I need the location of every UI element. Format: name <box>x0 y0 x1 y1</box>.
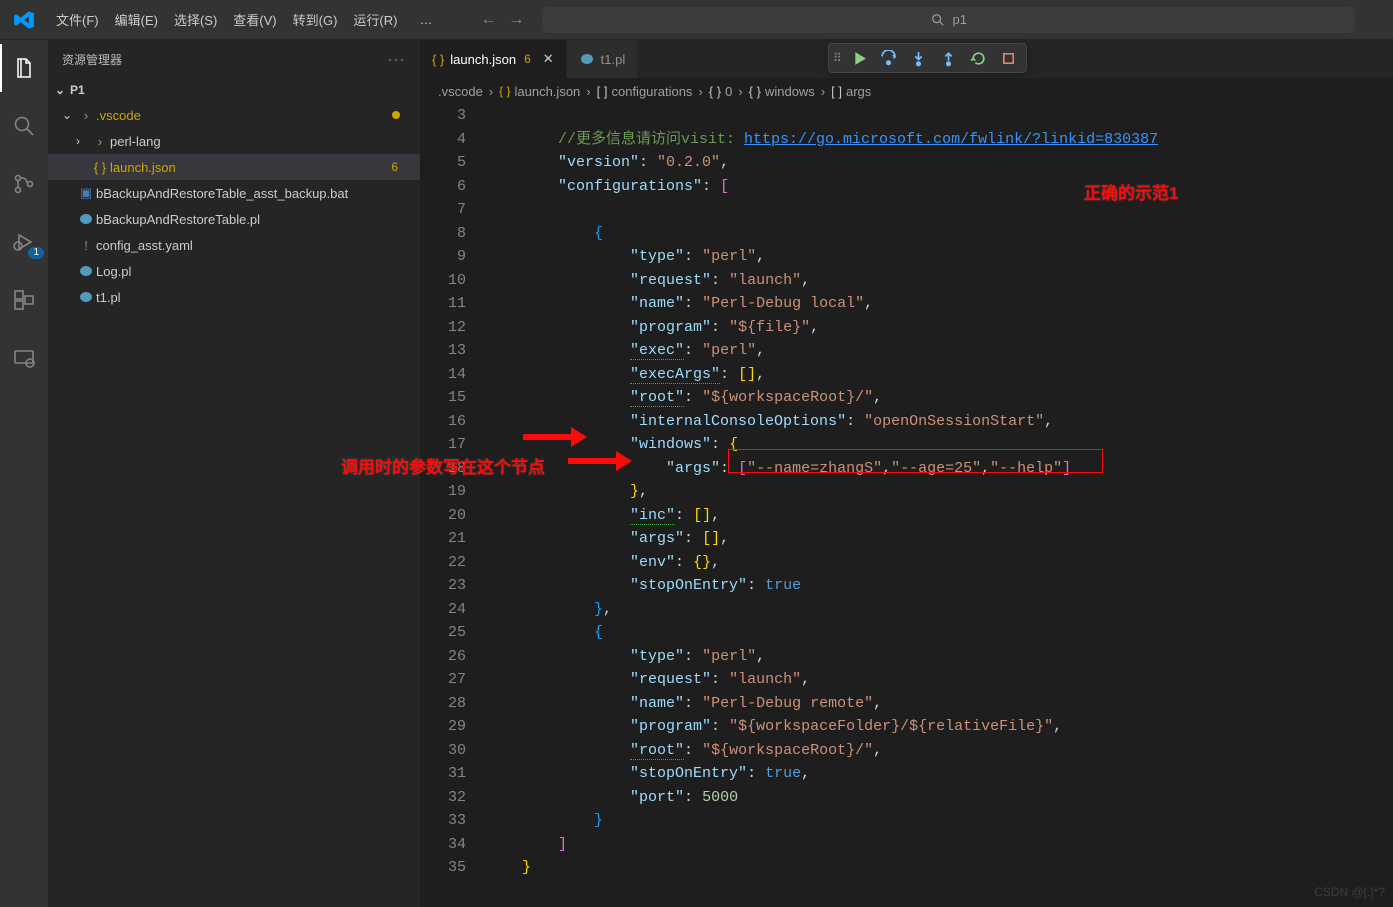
crumb-windows[interactable]: { }windows <box>749 84 815 99</box>
activity-scm-icon[interactable] <box>10 170 38 198</box>
nav-buttons: ← → <box>480 11 524 29</box>
tab-badge: 6 <box>524 52 531 66</box>
item-label: bBackupAndRestoreTable.pl <box>96 212 420 227</box>
menu-goto[interactable]: 转到(G) <box>285 0 346 40</box>
debug-stop-icon[interactable] <box>996 45 1022 71</box>
crumb-configurations[interactable]: [ ]configurations <box>597 84 693 99</box>
highlight-box <box>728 449 1103 473</box>
menu-edit[interactable]: 编辑(E) <box>107 0 166 40</box>
chevron-down-icon: ⌄ <box>52 83 68 97</box>
sidebar-title: 资源管理器 <box>62 51 122 68</box>
sidebar-more-icon[interactable]: ··· <box>388 52 406 66</box>
tabs-row: { }launch.json6✕t1.pl ⠿ <box>420 40 1393 78</box>
menu-more-icon[interactable]: … <box>411 0 440 40</box>
modified-dot-icon <box>392 111 400 119</box>
item-label: t1.pl <box>96 290 420 305</box>
project-name: P1 <box>70 83 85 97</box>
file-bBackupAndRestoreTable_asst_backup.bat[interactable]: ▣bBackupAndRestoreTable_asst_backup.bat <box>48 180 420 206</box>
app-logo <box>0 9 48 31</box>
crumb-.vscode[interactable]: .vscode <box>438 84 483 99</box>
crumb-launch.json[interactable]: { }launch.json <box>499 84 580 99</box>
breadcrumbs[interactable]: .vscode›{ }launch.json›[ ]configurations… <box>420 78 1393 104</box>
title-bar: 文件(F) 编辑(E) 选择(S) 查看(V) 转到(G) 运行(R) … ← … <box>0 0 1393 40</box>
item-label: config_asst.yaml <box>96 238 420 253</box>
watermark: CSDN @[.]*? <box>1314 885 1385 899</box>
crumb-0[interactable]: { }0 <box>709 84 733 99</box>
code-content[interactable]: //更多信息请访问visit: https://go.microsoft.com… <box>486 104 1393 907</box>
search-text: p1 <box>953 12 967 27</box>
debug-stepout-icon[interactable] <box>936 45 962 71</box>
item-label: bBackupAndRestoreTable_asst_backup.bat <box>96 186 420 201</box>
tab-launch.json[interactable]: { }launch.json6✕ <box>420 40 567 78</box>
annotation-callsite: 调用时的参数写在这个节点 <box>341 456 545 480</box>
tab-t1.pl[interactable]: t1.pl <box>567 40 639 78</box>
debug-toolbar[interactable]: ⠿ <box>828 43 1027 73</box>
tab-label: t1.pl <box>601 52 626 67</box>
item-badge: 6 <box>391 160 398 174</box>
item-label: launch.json <box>110 160 391 175</box>
nav-forward-icon[interactable]: → <box>508 11 524 29</box>
file-config_asst.yaml[interactable]: !config_asst.yaml <box>48 232 420 258</box>
debug-stepover-icon[interactable] <box>876 45 902 71</box>
annotation-demo1: 正确的示范1 <box>1084 182 1178 206</box>
menu-select[interactable]: 选择(S) <box>166 0 225 40</box>
file-t1.pl[interactable]: t1.pl <box>48 284 420 310</box>
item-label: perl-lang <box>110 134 420 149</box>
item-label: .vscode <box>96 108 392 123</box>
chevron-icon: › <box>76 134 90 148</box>
debug-restart-icon[interactable] <box>966 45 992 71</box>
debug-stepin-icon[interactable] <box>906 45 932 71</box>
code-editor[interactable]: 3456789101112131415161718192021222324252… <box>420 104 1393 907</box>
activity-extensions-icon[interactable] <box>10 286 38 314</box>
menu-run[interactable]: 运行(R) <box>345 0 405 40</box>
nav-back-icon[interactable]: ← <box>480 11 496 29</box>
activity-explorer-icon[interactable] <box>10 54 38 82</box>
file-bBackupAndRestoreTable.pl[interactable]: bBackupAndRestoreTable.pl <box>48 206 420 232</box>
menu-view[interactable]: 查看(V) <box>225 0 284 40</box>
activity-bar: 1 <box>0 40 48 907</box>
arrow-icon <box>568 458 618 464</box>
item-label: Log.pl <box>96 264 420 279</box>
activity-remote-icon[interactable] <box>10 344 38 372</box>
folder-.vscode[interactable]: ⌄›.vscode <box>48 102 420 128</box>
file-Log.pl[interactable]: Log.pl <box>48 258 420 284</box>
folder-perl-lang[interactable]: ››perl-lang <box>48 128 420 154</box>
drag-grip-icon[interactable]: ⠿ <box>833 51 840 65</box>
search-icon <box>931 13 945 27</box>
crumb-args[interactable]: [ ]args <box>831 84 871 99</box>
command-center[interactable]: p1 <box>542 7 1355 33</box>
close-icon[interactable]: ✕ <box>543 51 554 67</box>
chevron-icon: ⌄ <box>62 108 76 122</box>
tab-label: launch.json <box>450 52 516 67</box>
debug-continue-icon[interactable] <box>846 45 872 71</box>
main-menu: 文件(F) 编辑(E) 选择(S) 查看(V) 转到(G) 运行(R) … <box>48 0 440 40</box>
activity-debug-icon[interactable]: 1 <box>10 228 38 256</box>
editor-area: { }launch.json 6 ✕ t1.pl ⠿ .vscode›{ }launc… <box>420 40 1393 907</box>
folder-icon: › <box>76 108 96 123</box>
line-gutter: 3456789101112131415161718192021222324252… <box>420 104 486 907</box>
arrow-icon <box>523 434 573 440</box>
menu-file[interactable]: 文件(F) <box>48 0 107 40</box>
debug-badge: 1 <box>28 247 44 259</box>
activity-search-icon[interactable] <box>10 112 38 140</box>
file-tree: ⌄›.vscode››perl-lang{ }launch.json6▣bBac… <box>48 102 420 907</box>
file-launch.json[interactable]: { }launch.json6 <box>48 154 420 180</box>
project-section[interactable]: ⌄ P1 <box>48 78 420 102</box>
folder-icon: › <box>90 134 110 149</box>
